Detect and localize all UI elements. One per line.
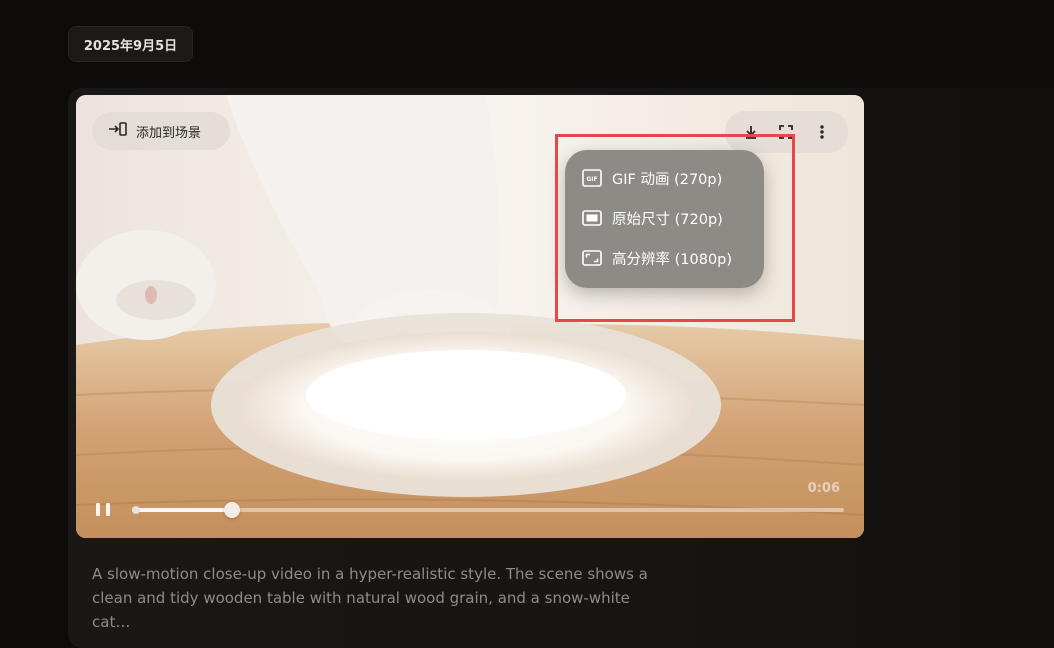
- time-display: 0:06: [807, 481, 840, 496]
- pause-icon-bar: [96, 503, 100, 516]
- more-options-button[interactable]: [808, 118, 836, 146]
- more-vert-icon: [820, 125, 824, 139]
- date-label: 2025年9月5日: [83, 38, 178, 54]
- progress-start-dot: [132, 506, 140, 514]
- progress-thumb[interactable]: [223, 502, 240, 518]
- add-to-scene-button[interactable]: 添加到场景: [92, 112, 230, 150]
- highlight-box: [555, 134, 795, 322]
- add-to-scene-icon: [108, 121, 128, 141]
- video-description: A slow-motion close-up video in a hyper-…: [92, 565, 648, 631]
- add-to-scene-label: 添加到场景: [136, 125, 202, 141]
- progress-fill: [132, 508, 232, 512]
- pause-icon-bar: [106, 503, 110, 516]
- date-chip: 2025年9月5日: [68, 26, 193, 62]
- pause-button[interactable]: [96, 503, 110, 517]
- player-controls: 0:06: [76, 481, 864, 520]
